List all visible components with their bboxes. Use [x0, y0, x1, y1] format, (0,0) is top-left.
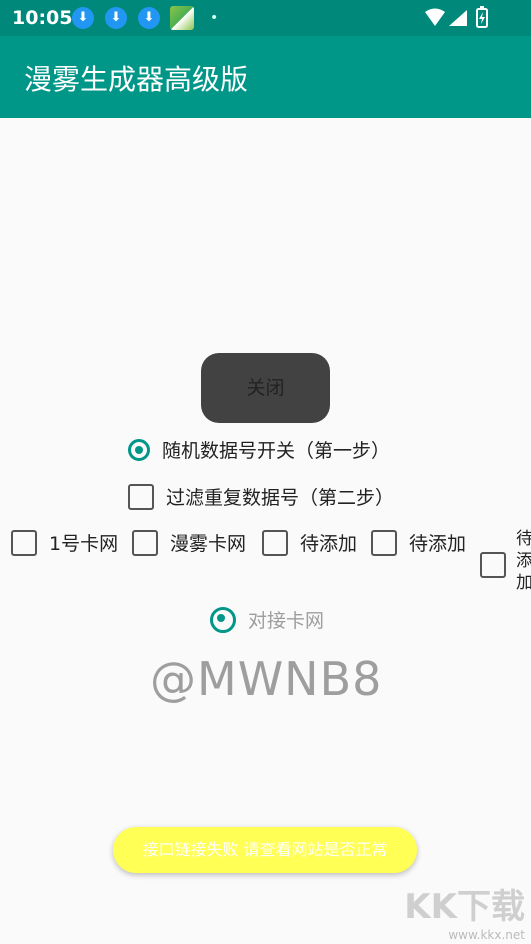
- watermark: KK下载 www.kkx.net: [404, 879, 525, 942]
- provider-checkbox-1[interactable]: 1号卡网: [11, 529, 118, 556]
- filter-duplicate-checkbox[interactable]: 过滤重复数据号（第二步）: [128, 483, 394, 510]
- provider-label-vertical: 待添加: [516, 529, 531, 593]
- app-notification-icon: [170, 6, 194, 30]
- system-icons: [423, 6, 491, 34]
- wifi-signal-battery-icon: [425, 6, 488, 28]
- status-bar: 10:05 ⬇ ⬇ ⬇ •: [0, 0, 531, 36]
- close-button[interactable]: 关闭: [201, 353, 330, 423]
- provider-label: 待添加: [409, 533, 467, 555]
- random-switch-label: 随机数据号开关（第一步）: [162, 440, 391, 462]
- provider-label: 1号卡网: [49, 533, 119, 555]
- provider-checkbox-3[interactable]: 待添加: [262, 529, 357, 556]
- checkbox-unchecked-icon: [132, 529, 158, 556]
- provider-checkbox-4[interactable]: 待添加: [371, 529, 466, 556]
- provider-checkbox-2[interactable]: 漫雾卡网: [132, 529, 246, 556]
- error-toast: 接口链接失败 请查看网站是否正常: [113, 827, 417, 873]
- provider-label: 漫雾卡网: [170, 533, 247, 555]
- connect-radio[interactable]: 对接卡网: [210, 606, 324, 633]
- more-notifications-dot: •: [210, 10, 219, 26]
- provider-checkbox-5[interactable]: [480, 552, 518, 578]
- checkbox-unchecked-icon: [128, 483, 154, 510]
- checkbox-unchecked-icon: [11, 529, 37, 556]
- connect-label: 对接卡网: [248, 610, 325, 632]
- app-toolbar: 漫雾生成器高级版: [0, 36, 531, 118]
- app-title: 漫雾生成器高级版: [24, 63, 249, 96]
- download-icon: ⬇: [72, 7, 94, 29]
- download-icon: ⬇: [105, 7, 127, 29]
- checkbox-unchecked-icon: [262, 529, 288, 556]
- watermark-logo: KK下载: [404, 887, 525, 927]
- random-switch-radio[interactable]: 随机数据号开关（第一步）: [128, 436, 390, 463]
- checkbox-unchecked-icon: [480, 552, 506, 578]
- radio-checked-icon: [210, 606, 236, 633]
- status-time: 10:05: [12, 7, 73, 29]
- radio-checked-icon: [128, 438, 150, 461]
- checkbox-unchecked-icon: [371, 529, 397, 556]
- watermark-url: www.kkx.net: [448, 928, 525, 942]
- download-icon: ⬇: [138, 7, 160, 29]
- provider-label: 待添加: [300, 533, 358, 555]
- handle-text: @MWNB8: [150, 652, 383, 706]
- filter-duplicate-label: 过滤重复数据号（第二步）: [166, 487, 395, 509]
